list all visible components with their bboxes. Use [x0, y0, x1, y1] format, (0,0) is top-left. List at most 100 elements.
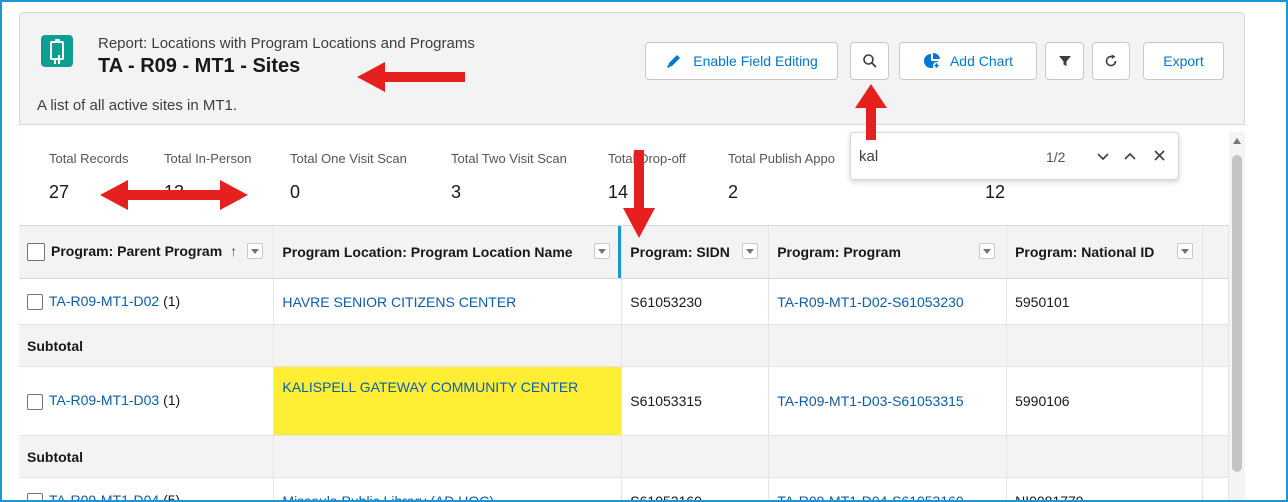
add-chart-button[interactable]: Add Chart: [899, 42, 1037, 80]
cell-overflow: [1202, 366, 1229, 436]
metric-value-total-two-visit-scan: 3: [451, 182, 462, 202]
column-header-national-id[interactable]: Program: National ID: [1006, 225, 1203, 279]
group-count: (1): [163, 392, 181, 409]
program-link[interactable]: TA-R09-MT1-D02-S61053230: [777, 294, 964, 310]
metric-value-total-publish-appo: 2: [728, 182, 739, 202]
metric-value-total-records: 27: [49, 182, 70, 202]
metric-label-total-one-visit-scan: Total One Visit Scan: [290, 151, 407, 166]
metric-value-total-one-visit-scan: 0: [290, 182, 301, 202]
cell-overflow: [1202, 278, 1229, 325]
cell-program: TA-R09-MT1-D04-S61053160: [768, 477, 1008, 501]
cell-parent-program: TA-R09-MT1-D02 (1): [19, 278, 275, 325]
pencil-icon: [667, 55, 681, 68]
column-header-label: Program: SIDN: [630, 244, 730, 260]
report-table: Program: Parent Program ↑ Program Locati…: [19, 225, 1229, 502]
export-button[interactable]: Export: [1143, 42, 1224, 80]
cell-sidn: S61053160: [621, 477, 770, 500]
metric-label-total-publish-appo: Total Publish Appo: [728, 151, 835, 166]
cell-national-id: 5990106: [1006, 366, 1203, 436]
page-title: TA - R09 - MT1 - Sites: [98, 55, 301, 77]
cell-location-name-search-highlight: KALISPELL GATEWAY COMMUNITY CENTER: [273, 366, 623, 436]
metric-label-total-two-visit-scan: Total Two Visit Scan: [451, 151, 567, 166]
annotation-arrow-down-icon: [623, 150, 655, 238]
column-header-label: Program: Program: [777, 244, 901, 260]
cell-program: TA-R09-MT1-D03-S61053315: [768, 366, 1008, 436]
column-menu-chevron-down-icon[interactable]: [1177, 243, 1194, 259]
enable-field-editing-label: Enable Field Editing: [693, 53, 818, 69]
sort-ascending-icon: ↑: [230, 242, 238, 259]
table-row: TA-R09-MT1-D02 (1) HAVRE SENIOR CITIZENS…: [19, 278, 1229, 325]
vertical-scrollbar[interactable]: [1229, 132, 1245, 500]
group-count: (1): [163, 292, 181, 309]
location-link[interactable]: KALISPELL GATEWAY COMMUNITY CENTER: [282, 379, 578, 395]
search-input[interactable]: [857, 142, 1011, 170]
search-icon: [862, 54, 877, 68]
scroll-up-arrow-icon[interactable]: [1233, 138, 1241, 144]
column-menu-chevron-down-icon[interactable]: [742, 243, 759, 259]
cell-location-name: HAVRE SENIOR CITIZENS CENTER: [273, 278, 623, 325]
column-header-label: Program: National ID: [1015, 244, 1155, 260]
cell-parent-program: TA-R09-MT1-D04 (5): [19, 477, 275, 502]
search-button[interactable]: [850, 42, 889, 80]
cell-sidn: S61053230: [621, 278, 770, 325]
column-menu-chevron-down-icon[interactable]: [979, 243, 996, 259]
search-popover: 1/2: [850, 132, 1179, 180]
scrollbar-thumb[interactable]: [1232, 155, 1242, 472]
program-link[interactable]: TA-R09-MT1-D04-S61053160: [777, 493, 964, 501]
row-checkbox[interactable]: [27, 393, 43, 410]
cell-national-id: NI0081779: [1006, 477, 1203, 500]
report-icon: [41, 35, 73, 67]
metric-value-hidden-column: 12: [985, 182, 1006, 202]
report-header: Report: Locations with Program Locations…: [19, 12, 1245, 125]
program-link[interactable]: TA-R09-MT1-D03-S61053315: [777, 393, 964, 409]
chevron-down-icon[interactable]: [1096, 151, 1110, 163]
report-type-label: Report: Locations with Program Locations…: [98, 35, 475, 52]
column-header-parent-program[interactable]: Program: Parent Program ↑: [19, 225, 275, 279]
cell-program: TA-R09-MT1-D02-S61053230: [768, 278, 1008, 325]
annotation-arrow-left-icon: [357, 62, 465, 92]
subtotal-label: Subtotal: [19, 435, 275, 478]
cell-national-id: 5950101: [1006, 278, 1203, 325]
refresh-icon: [1105, 54, 1117, 67]
enable-field-editing-button[interactable]: Enable Field Editing: [645, 42, 838, 80]
column-header-program[interactable]: Program: Program: [768, 225, 1008, 279]
row-checkbox[interactable]: [27, 294, 43, 311]
table-row: TA-R09-MT1-D04 (5) Missoula Public Libra…: [19, 477, 1229, 502]
search-match-count: 1/2: [1046, 149, 1066, 165]
report-frame: Report: Locations with Program Locations…: [0, 0, 1288, 502]
add-chart-label: Add Chart: [949, 53, 1014, 69]
metric-label-total-records: Total Records: [49, 151, 129, 166]
annotation-arrow-double-icon: [100, 180, 248, 210]
export-label: Export: [1163, 53, 1204, 69]
refresh-button[interactable]: [1092, 42, 1130, 80]
chevron-up-icon[interactable]: [1123, 150, 1137, 162]
select-all-checkbox[interactable]: [27, 243, 45, 262]
cell-parent-program: TA-R09-MT1-D03 (1): [19, 366, 275, 436]
column-menu-chevron-down-icon[interactable]: [594, 243, 611, 259]
location-link[interactable]: Missoula Public Library (AD HOC): [282, 493, 494, 501]
cell-overflow: [1202, 477, 1229, 500]
column-menu-chevron-down-icon[interactable]: [247, 243, 263, 259]
filter-icon: [1058, 56, 1071, 66]
row-checkbox[interactable]: [27, 493, 43, 500]
cell-location-name: Missoula Public Library (AD HOC): [273, 477, 623, 501]
column-header-overflow: [1202, 225, 1229, 279]
chart-icon: [923, 52, 940, 69]
report-description: A list of all active sites in MT1.: [37, 97, 238, 114]
group-count: (5): [163, 491, 181, 502]
location-link[interactable]: HAVRE SENIOR CITIZENS CENTER: [282, 294, 516, 310]
parent-program-link[interactable]: TA-R09-MT1-D04: [49, 492, 159, 500]
column-header-label: Program Location: Program Location Name: [282, 244, 573, 260]
filter-button[interactable]: [1045, 42, 1084, 80]
table-row: TA-R09-MT1-D03 (1) KALISPELL GATEWAY COM…: [19, 366, 1229, 436]
subtotal-row: Subtotal: [19, 435, 1229, 478]
subtotal-label: Subtotal: [19, 324, 275, 367]
close-icon[interactable]: [1153, 149, 1166, 162]
subtotal-row: Subtotal: [19, 324, 1229, 367]
column-header-program-location-name[interactable]: Program Location: Program Location Name: [273, 225, 623, 279]
column-header-label: Program: Parent Program: [51, 242, 223, 259]
parent-program-link[interactable]: TA-R09-MT1-D02: [49, 293, 159, 309]
cell-sidn: S61053315: [621, 366, 770, 436]
parent-program-link[interactable]: TA-R09-MT1-D03: [49, 392, 159, 408]
annotation-arrow-up-icon: [855, 84, 887, 140]
